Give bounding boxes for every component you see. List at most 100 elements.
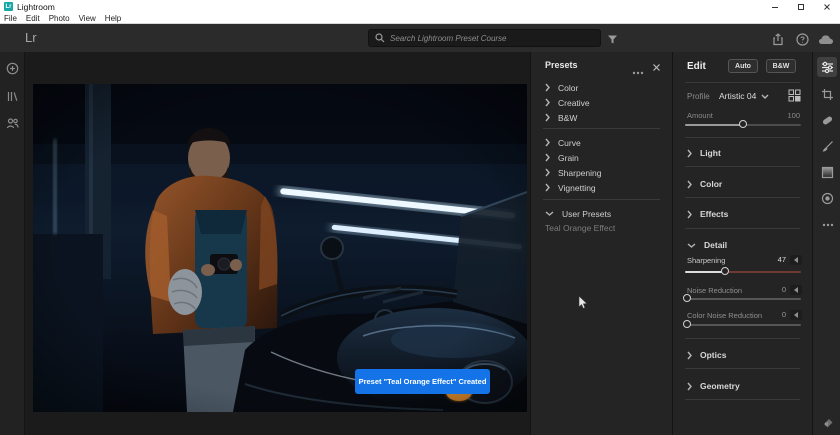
divider [685, 197, 800, 198]
section-effects[interactable]: Effects [687, 207, 728, 221]
search-input[interactable] [390, 33, 594, 43]
section-detail[interactable]: Detail [687, 238, 727, 252]
share-button[interactable] [770, 31, 786, 47]
maximize-button[interactable] [788, 0, 814, 13]
brush-icon [822, 141, 833, 152]
chevron-right-icon [545, 98, 550, 107]
chevron-right-icon [545, 153, 550, 162]
healing-tool-button[interactable] [820, 113, 835, 128]
people-icon [6, 118, 19, 129]
amount-slider-knob[interactable] [739, 120, 747, 128]
preset-group-vignetting[interactable]: Vignetting [545, 181, 596, 194]
preset-group-bw[interactable]: B&W [545, 111, 577, 124]
profile-label: Profile [687, 92, 710, 101]
divider [543, 128, 660, 129]
radial-gradient-tool-button[interactable] [820, 191, 835, 206]
lightroom-logo: Lr [25, 30, 37, 45]
preset-group-sharpening[interactable]: Sharpening [545, 166, 601, 179]
window-title: Lightroom [17, 1, 55, 12]
sharpening-disclosure-button[interactable] [790, 255, 802, 265]
crop-tool-button[interactable] [820, 87, 835, 102]
filter-funnel-icon [607, 35, 617, 43]
menu-view[interactable]: View [79, 14, 96, 23]
photo-canvas[interactable] [33, 84, 527, 412]
preset-group-creative[interactable]: Creative [545, 96, 590, 109]
auto-button[interactable]: Auto [728, 59, 758, 73]
people-button[interactable] [6, 117, 19, 130]
filter-button[interactable] [604, 31, 620, 47]
noise-reduction-slider-knob[interactable] [683, 294, 691, 302]
preset-group-curve[interactable]: Curve [545, 136, 581, 149]
linear-gradient-tool-button[interactable] [820, 165, 835, 180]
preset-group-label: Curve [558, 137, 581, 148]
preset-group-label: Grain [558, 152, 579, 163]
noise-reduction-slider[interactable] [683, 294, 801, 302]
edit-tool-button[interactable] [817, 57, 837, 77]
color-noise-reduction-value: 0 [781, 310, 786, 319]
help-button[interactable] [794, 31, 810, 47]
more-dots-icon [822, 223, 833, 226]
menu-bar: File Edit Photo View Help [0, 13, 840, 24]
color-noise-reduction-slider[interactable] [683, 320, 801, 328]
minimize-button[interactable] [762, 0, 788, 13]
menu-help[interactable]: Help [105, 14, 121, 23]
section-optics[interactable]: Optics [687, 348, 726, 362]
motorcycle-portrait-photo [33, 84, 527, 412]
search-box[interactable] [368, 29, 601, 47]
brush-tool-button[interactable] [820, 139, 835, 154]
section-geometry[interactable]: Geometry [687, 379, 740, 393]
presets-panel: Presets Color Creative B&W Curve Grain S… [530, 52, 672, 435]
profile-dropdown[interactable]: Artistic 04 [719, 91, 769, 101]
divider [685, 399, 800, 400]
profile-browser-button[interactable] [788, 89, 801, 107]
edit-sliders-icon [821, 61, 833, 73]
add-photos-button[interactable] [6, 62, 19, 75]
user-presets-label: User Presets [562, 208, 612, 219]
chevron-down-icon [761, 94, 769, 99]
menu-edit[interactable]: Edit [26, 14, 40, 23]
sharpening-slider-knob[interactable] [721, 267, 729, 275]
color-noise-reduction-slider-knob[interactable] [683, 320, 691, 328]
cloud-icon [819, 34, 833, 44]
menu-photo[interactable]: Photo [49, 14, 70, 23]
preset-created-toast[interactable]: Preset "Teal Orange Effect" Created [355, 369, 490, 394]
section-label: Optics [700, 350, 727, 360]
edit-panel: Edit Auto B&W Profile Artistic 04 Amount… [672, 52, 812, 435]
maximize-icon [798, 3, 804, 10]
chevron-right-icon [545, 183, 550, 192]
section-light[interactable]: Light [687, 146, 721, 160]
more-dots-icon [632, 71, 644, 75]
crop-rotate-icon [822, 89, 833, 100]
preset-group-grain[interactable]: Grain [545, 151, 579, 164]
activity-badge-button[interactable] [820, 415, 835, 430]
divider [543, 199, 660, 200]
color-noise-reduction-label: Color Noise Reduction [687, 311, 763, 320]
presets-more-button[interactable] [632, 62, 644, 80]
noise-reduction-disclosure-button[interactable] [790, 285, 802, 295]
close-icon [653, 64, 660, 71]
triangle-left-icon [794, 287, 798, 293]
section-color[interactable]: Color [687, 177, 722, 191]
albums-button[interactable] [6, 90, 19, 103]
noise-reduction-value: 0 [781, 285, 786, 294]
bw-button[interactable]: B&W [766, 59, 796, 73]
profile-value: Artistic 04 [719, 91, 757, 101]
presets-close-button[interactable] [652, 59, 661, 77]
menu-file[interactable]: File [4, 14, 17, 23]
more-tools-button[interactable] [820, 217, 835, 232]
close-button[interactable] [814, 0, 840, 13]
cloud-sync-button[interactable] [818, 31, 834, 47]
triangle-left-icon [794, 312, 798, 318]
amount-slider[interactable] [685, 120, 801, 128]
sharpening-slider[interactable] [685, 267, 801, 275]
section-label: Light [700, 148, 721, 158]
color-noise-reduction-disclosure-button[interactable] [790, 310, 802, 320]
close-icon [824, 3, 830, 10]
right-toolbar [812, 52, 840, 435]
user-presets-group[interactable]: User Presets [545, 207, 611, 220]
preset-group-color[interactable]: Color [545, 81, 578, 94]
lightroom-taskbar-icon: Lr [4, 2, 13, 11]
preset-group-label: B&W [558, 112, 578, 123]
section-label: Detail [704, 240, 728, 250]
preset-teal-orange-effect[interactable]: Teal Orange Effect [545, 223, 615, 233]
